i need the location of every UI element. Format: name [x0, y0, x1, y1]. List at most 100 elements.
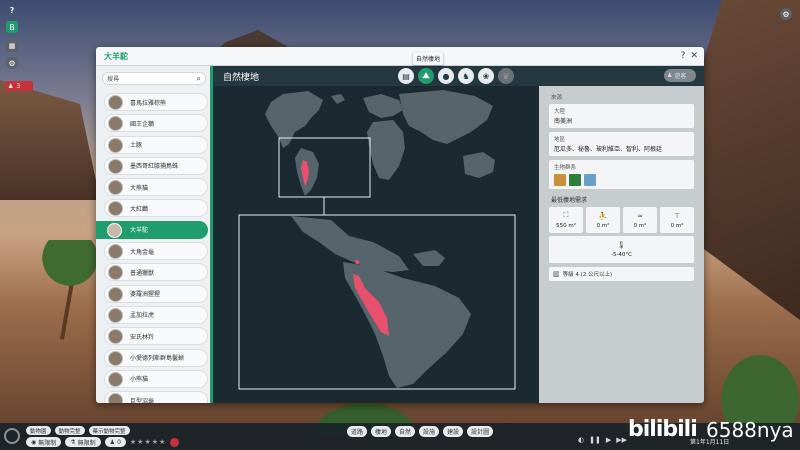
biome-label: 生物群系: [554, 165, 577, 171]
play-icon[interactable]: ▶: [606, 436, 611, 444]
camera-icon[interactable]: ◐: [578, 436, 584, 444]
species-item[interactable]: 大熊貓: [104, 178, 208, 197]
research-value: 無限制: [77, 439, 96, 447]
biome-icon: [584, 174, 596, 186]
rating-stars: ★★★★★: [129, 438, 167, 446]
help-icon[interactable]: ?: [681, 51, 686, 61]
visitor-chip[interactable]: ♟ 遊客: [664, 69, 696, 82]
warning-icon[interactable]: [170, 437, 180, 447]
species-sidebar: 搜尋 ⌕ 喜馬拉雅棕熊國王企鵝土豚墨西哥紅膝捕鳥蛛 大熊貓大紅鸛大羊駝大角金龜普通…: [96, 66, 213, 403]
pause-icon[interactable]: ❚❚: [589, 436, 601, 444]
bottom-tabs: 動物園 動物完整 藥示動物完整: [26, 426, 130, 435]
calendar-icon[interactable]: ▦: [6, 40, 18, 52]
region-label: 地區: [554, 137, 566, 143]
guest-count: 0: [117, 438, 121, 446]
compass-icon[interactable]: [4, 428, 20, 444]
species-name: 小愛德列斯群島鬣蜥: [130, 355, 185, 363]
status-row: ◉ 無限制 ⚗ 無限制 ♟ 0 ★★★★★: [26, 437, 180, 447]
species-item[interactable]: 孟加拉虎: [104, 305, 208, 324]
palm-tree: [40, 240, 100, 330]
panel-title: 大羊駝: [104, 51, 128, 61]
money-pill[interactable]: ◉ 無限制: [26, 437, 62, 447]
search-icon[interactable]: ⌕: [197, 74, 201, 84]
temperature-value: -5-40°C: [610, 252, 633, 258]
animal-thumbnail: [108, 265, 123, 281]
habitat-icon[interactable]: ⛰: [418, 68, 434, 84]
content-title: 自然棲地: [223, 72, 260, 83]
animal-thumbnail: [108, 371, 123, 387]
species-item[interactable]: 國王企鵝: [104, 114, 208, 133]
species-name: 大羊駝: [130, 227, 149, 235]
species-item[interactable]: 大紅鸛: [104, 199, 208, 218]
social-icon[interactable]: ♞: [458, 68, 474, 84]
species-item[interactable]: 小熊貓: [104, 369, 208, 388]
help-button[interactable]: ?: [6, 4, 18, 16]
animal-thumbnail: [108, 137, 123, 153]
animal-thumbnail: [108, 307, 123, 323]
food-icon[interactable]: ●: [438, 68, 454, 84]
deep-water-icon: ⊤: [673, 211, 681, 220]
species-item[interactable]: 小愛德列斯群島鬣蜥: [104, 348, 208, 367]
settings-icon[interactable]: ⚙: [780, 8, 792, 20]
species-name: 國王企鵝: [130, 120, 155, 128]
guest-pill[interactable]: ♟ 0: [104, 437, 126, 447]
biome-block: 生物群系: [549, 160, 694, 189]
tab-bar: ▤ ⛰ ● ♞ ❀ ♛: [398, 68, 514, 84]
build-tool-button[interactable]: 設計圖: [467, 426, 494, 437]
build-tool-button[interactable]: 設施: [419, 426, 440, 437]
species-list: 喜馬拉雅棕熊國王企鵝土豚墨西哥紅膝捕鳥蛛 大熊貓大紅鸛大羊駝大角金龜普通獵獸婆羅洲…: [96, 93, 208, 403]
bottom-tab[interactable]: 藥示動物完整: [88, 426, 130, 435]
search-input[interactable]: 搜尋 ⌕: [102, 72, 206, 85]
species-name: 安氏林羚: [130, 333, 155, 341]
species-item[interactable]: 婆羅洲猩猩: [104, 284, 208, 303]
species-item[interactable]: 土豚: [104, 135, 208, 154]
species-item[interactable]: 安氏林羚: [104, 327, 208, 346]
fence-grade-value: 等級 4 (2 公尺以上): [562, 272, 613, 278]
zoo-menu-icon[interactable]: B: [6, 21, 18, 33]
animal-thumbnail: [108, 116, 123, 132]
speed-controls: ◐ ❚❚ ▶ ▶▶: [578, 436, 627, 444]
watermark-logo: bilibili: [628, 417, 698, 442]
bottom-tab[interactable]: 動物園: [26, 426, 51, 435]
region-value: 厄瓜多、秘魯、玻利維亞、智利、阿根廷: [554, 146, 663, 153]
animal-thumbnail: [108, 158, 123, 174]
species-item[interactable]: 大角金龜: [104, 242, 208, 261]
animal-thumbnail: [108, 350, 123, 366]
gear-icon[interactable]: ⚙: [6, 57, 18, 69]
species-item-selected[interactable]: 大羊駝: [96, 220, 208, 239]
fast-forward-icon[interactable]: ▶▶: [616, 436, 627, 444]
climb-icon: ⛹: [598, 211, 608, 220]
species-name: 大角金龜: [130, 248, 155, 256]
species-name: 婆羅洲猩猩: [130, 291, 161, 299]
focus-box: [278, 137, 371, 198]
animal-thumbnail: [108, 393, 123, 403]
research-pill[interactable]: ⚗ 無限制: [65, 437, 101, 447]
coin-icon: ◉: [31, 438, 37, 446]
land-icon: ⛶: [563, 211, 569, 219]
person-icon: ♟: [8, 82, 14, 90]
species-name: 小熊貓: [130, 376, 149, 384]
build-tool-button[interactable]: 自然: [395, 426, 416, 437]
document-icon[interactable]: ▤: [398, 68, 414, 84]
paw-icon[interactable]: ❀: [478, 68, 494, 84]
content-header: 自然棲地 ▤ ⛰ ● ♞ ❀ ♛ ♟ 遊客: [213, 66, 704, 86]
species-item[interactable]: 普通獵獸: [104, 263, 208, 282]
habitat-map: [213, 86, 539, 403]
species-item[interactable]: 喜馬拉雅棕熊: [104, 93, 208, 111]
close-icon[interactable]: ✕: [690, 51, 698, 61]
species-item[interactable]: 巨型沼龜: [104, 391, 208, 403]
animal-thumbnail: [108, 329, 123, 345]
build-tool-button[interactable]: 建設: [443, 426, 464, 437]
bottom-tab[interactable]: 動物完整: [54, 426, 85, 435]
build-tool-button[interactable]: 棲地: [371, 426, 392, 437]
build-tool-button[interactable]: 道路: [347, 426, 368, 437]
animal-thumbnail: [108, 95, 123, 110]
requirement-cell: ⛶ 550 m²: [549, 207, 583, 233]
money-value: 無限制: [38, 439, 57, 447]
thermometer-icon: 🌡︎: [617, 241, 626, 249]
requirements-title: 最低棲地需求: [551, 197, 588, 204]
species-item[interactable]: 墨西哥紅膝捕鳥蛛: [104, 156, 208, 175]
animal-thumbnail: [108, 180, 123, 196]
alert-badge[interactable]: ♟ 3: [5, 81, 33, 91]
requirement-value: 0 m²: [670, 222, 684, 229]
